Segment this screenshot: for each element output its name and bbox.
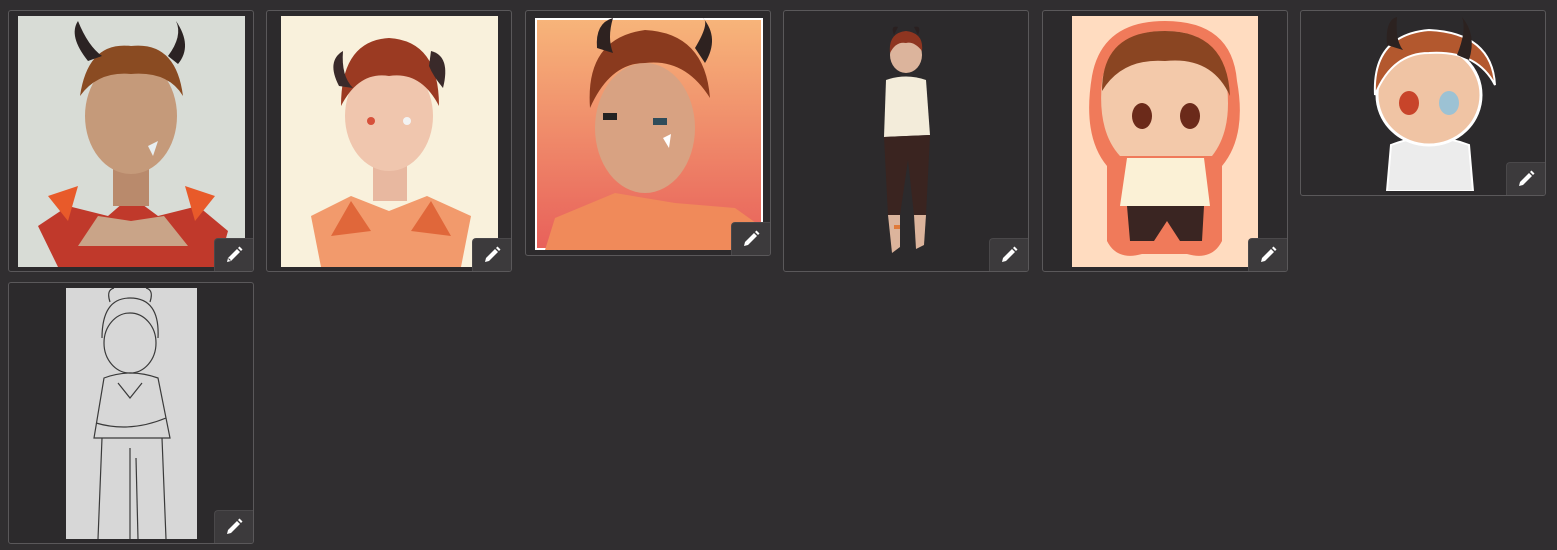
pencil-icon <box>227 518 243 534</box>
pencil-icon <box>485 246 501 262</box>
edit-button[interactable] <box>472 238 511 271</box>
edit-button[interactable] <box>214 238 253 271</box>
gallery-item[interactable] <box>783 10 1029 272</box>
gallery-item[interactable] <box>8 282 254 544</box>
edit-button[interactable] <box>214 510 253 543</box>
edit-button[interactable] <box>1248 238 1287 271</box>
gallery-item[interactable] <box>1300 10 1546 196</box>
pencil-icon <box>744 230 760 246</box>
pencil-icon <box>1519 170 1535 186</box>
artwork-thumbnail[interactable] <box>1357 15 1503 191</box>
artwork-thumbnail[interactable] <box>535 18 763 250</box>
gallery-item[interactable] <box>8 10 254 272</box>
artwork-thumbnail[interactable] <box>281 16 498 267</box>
image-gallery <box>0 0 1557 550</box>
artwork-thumbnail[interactable] <box>18 16 245 267</box>
pencil-icon <box>227 246 243 262</box>
artwork-thumbnail[interactable] <box>1072 16 1258 267</box>
artwork-thumbnail[interactable] <box>66 288 197 539</box>
edit-button[interactable] <box>989 238 1028 271</box>
gallery-item[interactable] <box>1042 10 1288 272</box>
gallery-item[interactable] <box>266 10 512 272</box>
pencil-icon <box>1261 246 1277 262</box>
pencil-icon <box>1002 246 1018 262</box>
artwork-thumbnail[interactable] <box>864 25 954 257</box>
edit-button[interactable] <box>1506 162 1545 195</box>
gallery-item[interactable] <box>525 10 771 256</box>
edit-button[interactable] <box>731 222 770 255</box>
